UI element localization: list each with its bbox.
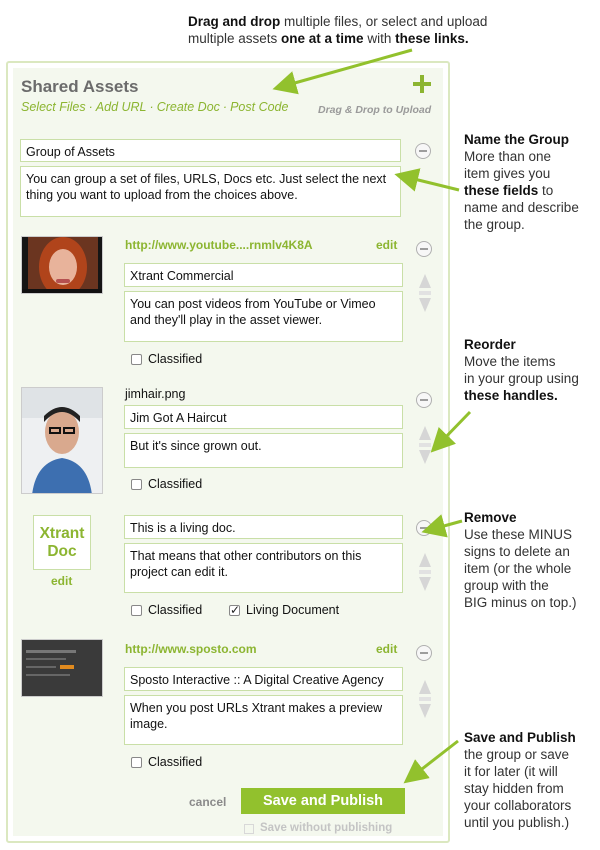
- arrow-icon: [272, 48, 472, 784]
